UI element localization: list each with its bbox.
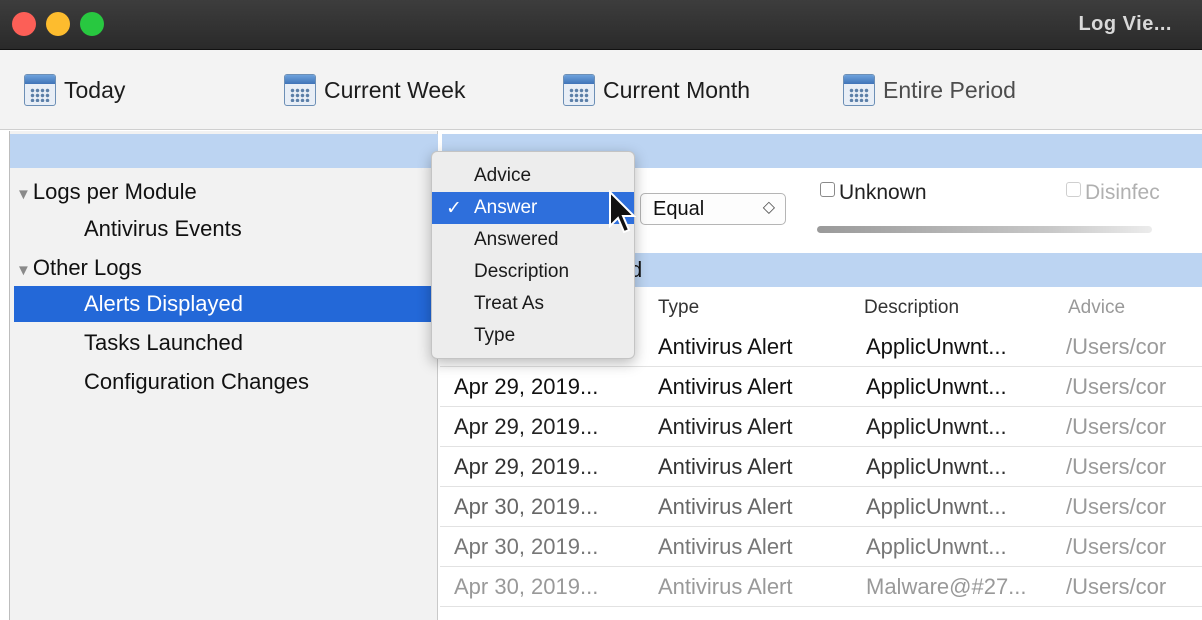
menu-item-label: Treat As [474,293,545,314]
cell-description: ApplicUnwnt... [866,454,1007,479]
period-toolbar: Today Current Week Current Month Entire … [0,50,1202,130]
cell-date: Apr 30, 2019... [454,534,599,559]
cell-type: Antivirus Alert [658,574,793,599]
title-bar: Log Vie... [0,0,1202,50]
cell-date: Apr 29, 2019... [454,414,599,439]
today-button[interactable]: Today [24,72,125,108]
checkmark-icon: ✓ [446,198,462,219]
entire-period-button[interactable]: Entire Period [843,72,1016,108]
menu-item-type[interactable]: Type [432,320,634,352]
disclosure-triangle-icon[interactable]: ▼ [16,186,31,203]
today-label: Today [64,76,126,103]
cell-advice: /Users/cor [1066,494,1167,519]
progress-bar [817,226,1152,233]
cell-advice: /Users/cor [1066,414,1167,439]
disinfect-checkbox[interactable]: Disinfec [1066,181,1160,205]
unknown-label: Unknown [839,181,927,204]
zoom-window-button[interactable] [80,12,104,36]
current-week-button[interactable]: Current Week [284,72,465,108]
cell-type: Antivirus Alert [658,334,793,359]
cell-date: Apr 30, 2019... [454,494,599,519]
log-sidebar: ▼Logs per Module Antivirus Events ▼Other… [10,131,440,620]
mouse-pointer-icon [609,190,637,234]
table-row[interactable]: Apr 30, 2019... Antivirus Alert ApplicUnwn… [440,487,1202,527]
cell-type: Antivirus Alert [658,374,793,399]
cell-date: Apr 29, 2019... [454,454,599,479]
operator-select[interactable]: Equal ◇ [640,193,786,225]
sidebar-item-tasks-launched[interactable]: Tasks Launched [84,330,243,356]
sidebar-item-label: Configuration Changes [84,369,310,394]
close-window-button[interactable] [12,12,36,36]
sidebar-header [10,134,438,168]
cell-description: Malware@#27... [866,574,1027,599]
calendar-icon [563,74,595,106]
disclosure-triangle-icon[interactable]: ▼ [16,262,31,279]
calendar-icon [24,74,56,106]
entire-period-label: Entire Period [883,76,1016,103]
current-week-label: Current Week [324,76,466,103]
window-edge [0,131,10,620]
column-header-description[interactable]: Description [864,297,959,319]
cell-type: Antivirus Alert [658,494,793,519]
menu-item-label: Answered [474,229,559,250]
chevron-updown-icon: ◇ [762,199,775,216]
cell-description: ApplicUnwnt... [866,494,1007,519]
sidebar-item-configuration-changes[interactable]: Configuration Changes [84,369,309,395]
menu-item-advice[interactable]: Advice [432,160,634,192]
sidebar-item-antivirus-events[interactable]: Antivirus Events [84,216,242,242]
table-row[interactable]: Apr 29, 2019... Antivirus Alert ApplicUnwn… [440,367,1202,407]
cell-advice: /Users/cor [1066,574,1167,599]
tree-group-logs-per-module[interactable]: ▼Logs per Module [16,179,197,205]
table-row[interactable]: Apr 29, 2019... Antivirus Alert ApplicUnwn… [440,447,1202,487]
sidebar-item-label: Alerts Displayed [84,291,243,316]
cell-type: Antivirus Alert [658,534,793,559]
menu-item-answered[interactable]: Answered [432,224,634,256]
table-row[interactable]: Apr 30, 2019... Antivirus Alert ApplicUnwn… [440,527,1202,567]
checkbox-box[interactable] [820,181,835,197]
sidebar-item-label: Antivirus Events [84,216,242,241]
tree-group-label: Other Logs [32,255,142,280]
sidebar-item-alerts-displayed[interactable]: Alerts Displayed [14,286,440,322]
tree-group-label: Logs per Module [32,179,197,204]
cell-description: ApplicUnwnt... [866,374,1007,399]
window-title: Log Vie... [1078,13,1172,35]
calendar-icon [843,74,875,106]
menu-item-label: Type [474,325,516,346]
minimize-window-button[interactable] [46,12,70,36]
cell-advice: /Users/cor [1066,374,1167,399]
tree-group-other-logs[interactable]: ▼Other Logs [16,255,142,281]
menu-item-description[interactable]: Description [432,256,634,288]
column-header-type[interactable]: Type [658,297,699,319]
field-dropdown-menu: Advice ✓ Answer Answered Description Tre… [431,151,635,359]
cell-advice: /Users/cor [1066,454,1167,479]
disinfect-label: Disinfec [1085,181,1160,204]
menu-item-answer[interactable]: ✓ Answer [432,192,634,224]
cell-advice: /Users/cor [1066,334,1167,359]
calendar-icon [284,74,316,106]
cell-description: ApplicUnwnt... [866,334,1007,359]
cell-advice: /Users/cor [1066,534,1167,559]
cell-description: ApplicUnwnt... [866,414,1007,439]
operator-value: Equal [653,198,705,220]
menu-item-label: Description [474,261,570,282]
unknown-checkbox[interactable]: Unknown [820,181,927,205]
cell-type: Antivirus Alert [658,454,793,479]
checkbox-box[interactable] [1066,181,1081,197]
menu-item-label: Advice [474,165,532,186]
column-header-advice[interactable]: Advice [1068,297,1125,319]
table-row[interactable]: Apr 30, 2019... Antivirus Alert Malware@#2… [440,567,1202,607]
cell-date: Apr 29, 2019... [454,374,599,399]
cell-description: ApplicUnwnt... [866,534,1007,559]
menu-item-label: Answer [474,197,538,218]
cell-type: Antivirus Alert [658,414,793,439]
cell-date: Apr 30, 2019... [454,574,599,599]
current-month-label: Current Month [603,76,751,103]
sidebar-item-label: Tasks Launched [84,330,243,355]
menu-item-treat-as[interactable]: Treat As [432,288,634,320]
current-month-button[interactable]: Current Month [563,72,750,108]
table-row[interactable]: Apr 29, 2019... Antivirus Alert ApplicUnwn… [440,407,1202,447]
